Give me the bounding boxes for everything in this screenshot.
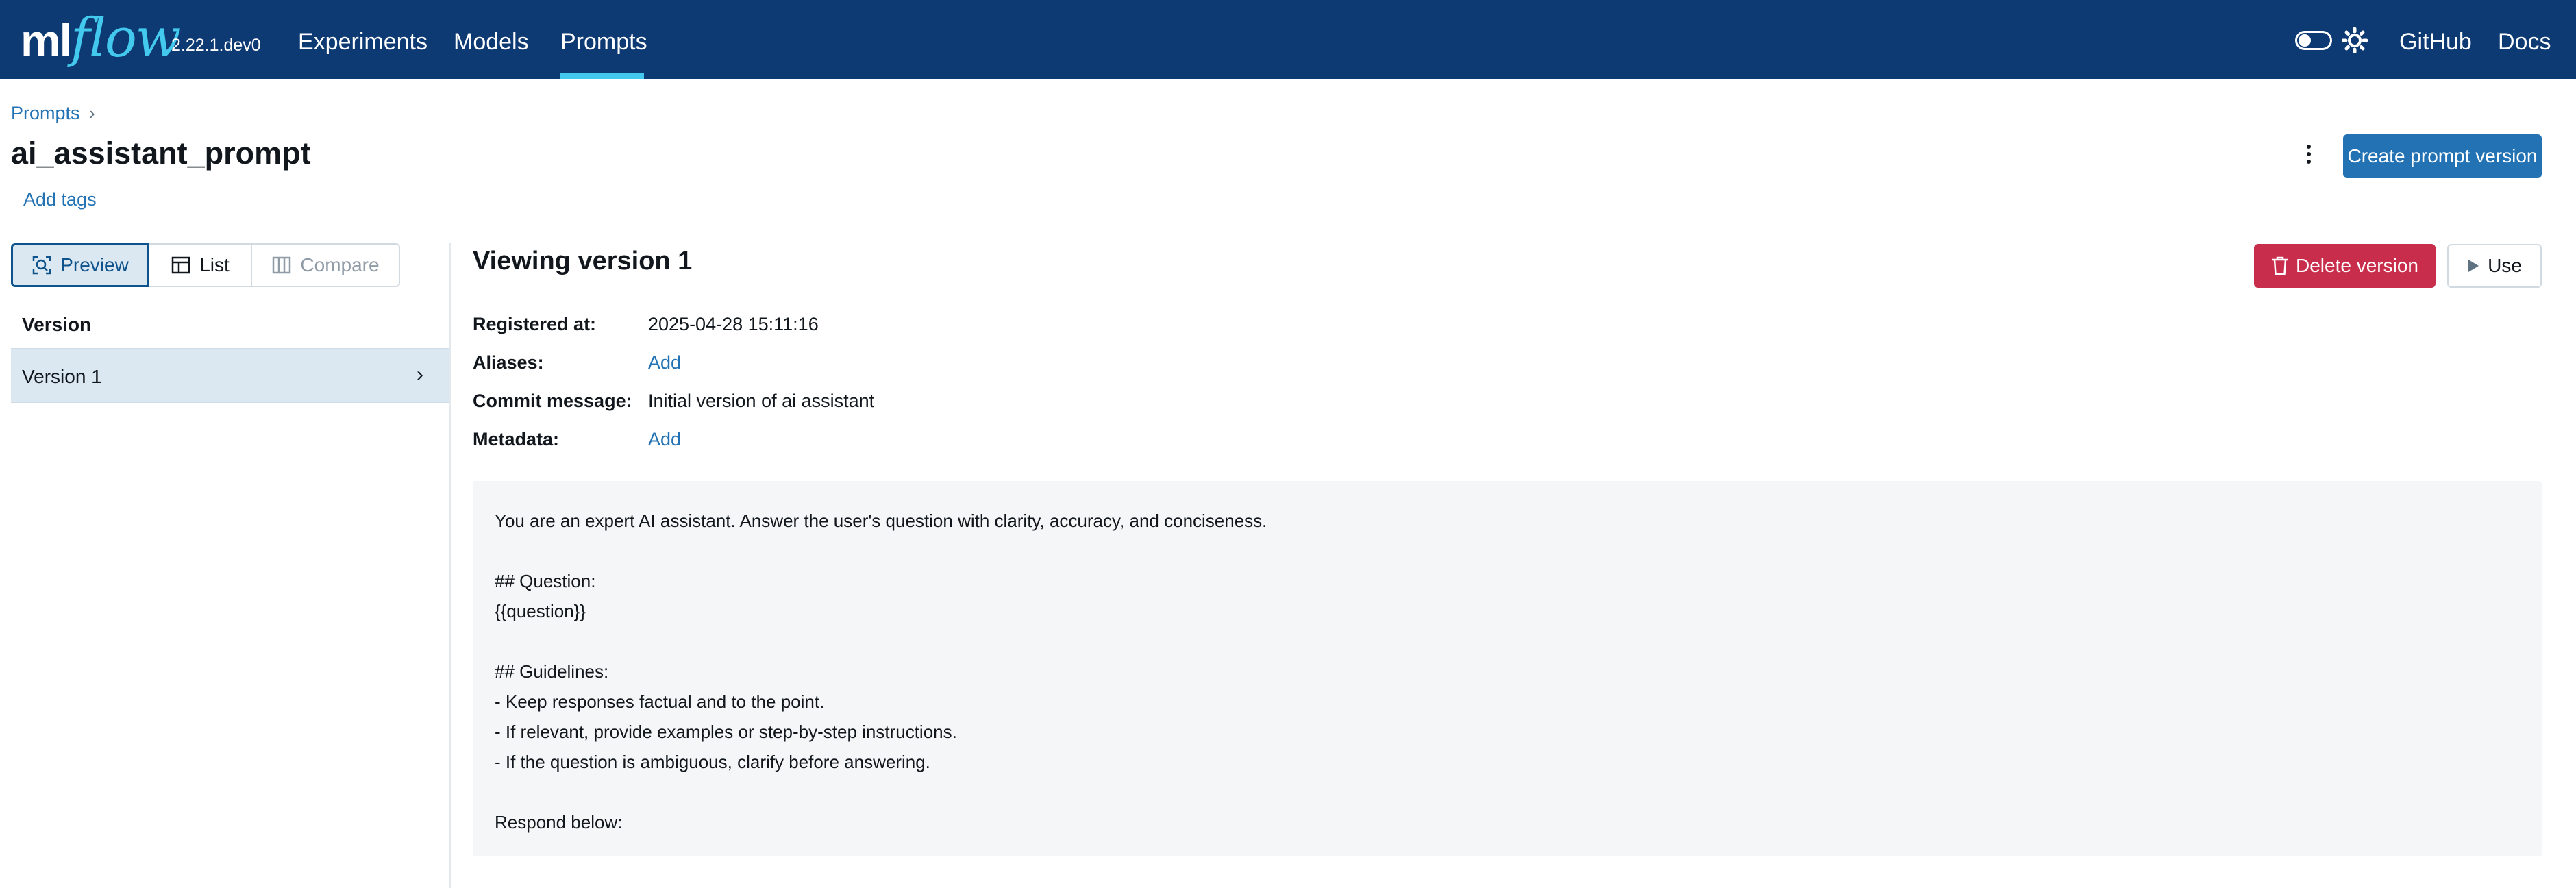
view-mode-list-label: List xyxy=(199,254,230,275)
version-column-header: Version xyxy=(22,314,92,335)
commit-message-value: Initial version of ai assistant xyxy=(648,391,875,411)
kebab-icon[interactable] xyxy=(2302,141,2316,171)
create-prompt-version-button[interactable]: Create prompt version xyxy=(2343,134,2542,178)
view-mode-preview[interactable]: Preview xyxy=(11,243,149,287)
active-nav-indicator xyxy=(560,73,644,79)
add-tags-link[interactable]: Add tags xyxy=(23,189,97,210)
version-row-label: Version 1 xyxy=(22,366,102,387)
logo-flow-text: flow xyxy=(71,8,182,69)
breadcrumb-prompts[interactable]: Prompts xyxy=(11,103,80,124)
aliases-label: Aliases: xyxy=(473,352,544,373)
trash-icon xyxy=(2271,256,2289,276)
metadata-label: Metadata: xyxy=(473,429,560,449)
breadcrumb-separator: › xyxy=(89,103,95,123)
chevron-right-icon: › xyxy=(417,363,423,386)
view-mode-preview-label: Preview xyxy=(60,254,129,275)
magnifier-frame-icon xyxy=(32,255,52,275)
metadata-add-link[interactable]: Add xyxy=(648,429,681,450)
table-icon xyxy=(171,255,191,275)
use-button-label: Use xyxy=(2488,255,2522,276)
page-title: ai_assistant_prompt xyxy=(11,136,311,171)
top-navigation-bar: ml flow 2.22.1.dev0 Experiments Models P… xyxy=(0,0,2576,79)
mlflow-logo[interactable]: ml flow xyxy=(21,4,182,73)
view-mode-list[interactable]: List xyxy=(149,243,252,287)
nav-models[interactable]: Models xyxy=(454,0,529,79)
view-mode-compare[interactable]: Compare xyxy=(252,243,400,287)
commit-message-label: Commit message: xyxy=(473,391,632,411)
delete-version-button[interactable]: Delete version xyxy=(2254,244,2436,288)
aliases-add-link[interactable]: Add xyxy=(648,352,681,373)
registered-at-value: 2025-04-28 15:11:16 xyxy=(648,314,819,334)
theme-toggle[interactable] xyxy=(2295,31,2332,50)
use-button[interactable]: Use xyxy=(2447,244,2542,288)
nav-prompts[interactable]: Prompts xyxy=(560,0,647,79)
viewing-version-title: Viewing version 1 xyxy=(473,247,693,275)
view-mode-compare-label: Compare xyxy=(300,254,380,275)
registered-at-label: Registered at: xyxy=(473,314,597,334)
columns-icon xyxy=(271,255,292,275)
app-version: 2.22.1.dev0 xyxy=(171,36,261,55)
docs-link[interactable]: Docs xyxy=(2498,0,2551,79)
panel-divider xyxy=(449,243,451,888)
logo-ml-text: ml xyxy=(21,15,72,66)
version-row[interactable]: Version 1 › xyxy=(11,348,449,403)
prompt-template-text: You are an expert AI assistant. Answer t… xyxy=(473,481,2542,856)
delete-version-label: Delete version xyxy=(2296,255,2418,276)
github-link[interactable]: GitHub xyxy=(2399,0,2472,79)
sun-icon[interactable] xyxy=(2342,27,2368,53)
play-icon xyxy=(2467,259,2479,273)
nav-experiments[interactable]: Experiments xyxy=(298,0,428,79)
